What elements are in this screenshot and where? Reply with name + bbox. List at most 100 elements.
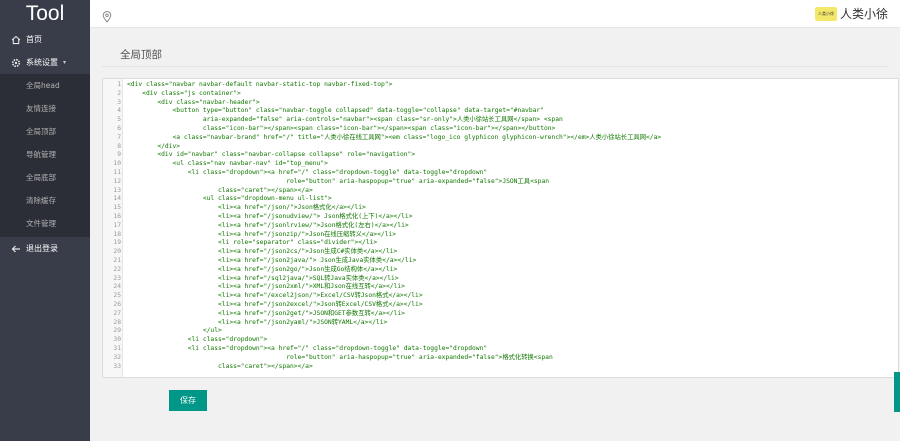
- sidebar-subitem[interactable]: 全局顶部: [0, 120, 90, 143]
- code-line: 17 <li><a href="/jsonlrview/">Json格式化(左右…: [103, 222, 898, 231]
- avatar: 人类小徐: [814, 6, 837, 21]
- line-number: 1: [117, 81, 121, 88]
- line-number: 8: [117, 142, 121, 150]
- code-text: <li><a href="/jsonzip/">Json在线压缩转义</a></…: [127, 230, 397, 238]
- code-line: 2 <div class="js container">: [103, 90, 898, 99]
- code-text: role="button" aria-haspopup="true" aria-…: [127, 177, 550, 185]
- line-number: 20: [113, 248, 121, 256]
- code-line: 26 <li><a href="/json2excel/">Json转Excel…: [103, 301, 898, 310]
- code-text: aria-expanded="false" aria-controls="nav…: [127, 116, 563, 124]
- code-line: 25 <li><a href="/excel2json/">Excel/CSV转…: [103, 292, 898, 301]
- line-number: 25: [113, 292, 121, 300]
- code-line: 3 <div class="navbar-header">: [103, 99, 898, 108]
- line-number: 23: [113, 274, 121, 282]
- side-scroll-tab[interactable]: [894, 372, 900, 412]
- code-text: <div class="navbar navbar-default navbar…: [127, 81, 393, 88]
- code-text: <li role="separator" class="divider"></l…: [127, 239, 378, 247]
- code-text: class="icon-bar"></span><span class="ico…: [127, 124, 556, 132]
- code-line: 29 </ul>: [103, 327, 898, 336]
- code-line: 18 <li><a href="/jsonzip/">Json在线压缩转义</a…: [103, 231, 898, 240]
- sidebar-item-logout[interactable]: 退出登录: [0, 237, 90, 260]
- code-line: 20 <li><a href="/json2cs/">Json生成C#实体类</…: [103, 248, 898, 257]
- title-divider: [102, 66, 888, 67]
- code-text: <div id="navbar" class="navbar-collapse …: [127, 151, 416, 159]
- line-number: 10: [113, 160, 121, 168]
- sidebar-subitem[interactable]: 文件管理: [0, 212, 90, 235]
- code-text: <li class="dropdown"><a href="/" class="…: [127, 168, 488, 176]
- sidebar-subitem[interactable]: 友情连接: [0, 97, 90, 120]
- code-text: <ul class="nav navbar-nav" id="top_menu"…: [127, 160, 328, 168]
- code-line: 11 <li class="dropdown"><a href="/" clas…: [103, 169, 898, 178]
- line-number: 13: [113, 186, 121, 194]
- line-number: 12: [113, 177, 121, 185]
- code-text: <a class="navbar-brand" href="/" title="…: [127, 133, 662, 141]
- code-text: <li><a href="/json2excel/">Json转Excel/CS…: [127, 300, 423, 308]
- code-line: 7 <a class="navbar-brand" href="/" title…: [103, 134, 898, 143]
- sidebar-subitem[interactable]: 全局底部: [0, 166, 90, 189]
- settings-submenu: 全局head 友情连接 全局顶部 导航管理 全局底部 清除缓存 文件管理: [0, 74, 90, 237]
- chevron-down-icon: ▾: [63, 59, 67, 66]
- line-number: 9: [117, 151, 121, 159]
- code-line: 12 role="button" aria-haspopup="true" ar…: [103, 178, 898, 187]
- code-line: 30 <li class="dropdown">: [103, 336, 898, 345]
- code-editor[interactable]: 1 <div class="navbar navbar-default navba…: [102, 78, 899, 378]
- line-number: 22: [113, 265, 121, 273]
- gear-icon: [10, 58, 21, 68]
- line-number: 7: [117, 133, 121, 141]
- code-line: 33 class="caret"></span></a>: [103, 363, 898, 372]
- main-content: 全局顶部 1 <div class="navbar navbar-default …: [90, 28, 900, 441]
- code-line: 4 <button type="button" class="navbar-to…: [103, 107, 898, 116]
- code-text: <li><a href="/json2xml/">XML和Json在线互转</a…: [127, 283, 405, 291]
- code-text: <div class="js container">: [127, 89, 241, 97]
- code-line: 16 <li><a href="/jsonudview/"> Json格式化(上…: [103, 213, 898, 222]
- line-number: 26: [113, 300, 121, 308]
- sidebar-subitem[interactable]: 全局head: [0, 74, 90, 97]
- code-line: 10 <ul class="nav navbar-nav" id="top_me…: [103, 160, 898, 169]
- line-number: 3: [117, 98, 121, 106]
- line-number: 16: [113, 212, 121, 220]
- line-number: 17: [113, 221, 121, 229]
- line-number: 24: [113, 283, 121, 291]
- map-pin-icon[interactable]: [102, 8, 112, 23]
- line-number: 29: [113, 327, 121, 335]
- code-text: </div>: [127, 142, 181, 150]
- code-text: <button type="button" class="navbar-togg…: [127, 107, 545, 115]
- user-name: 人类小徐: [839, 7, 888, 21]
- line-number: 18: [113, 230, 121, 238]
- top-bar: 人类小徐 人类小徐: [90, 0, 900, 28]
- line-number: 31: [113, 344, 121, 352]
- line-number: 28: [113, 318, 121, 326]
- sidebar-item-home[interactable]: 首页: [0, 28, 90, 51]
- code-line: 9 <div id="navbar" class="navbar-collaps…: [103, 151, 898, 160]
- line-number: 27: [113, 309, 121, 317]
- line-number: 6: [117, 124, 121, 132]
- line-number: 21: [113, 256, 121, 264]
- code-line: 1 <div class="navbar navbar-default navba…: [103, 81, 898, 90]
- line-number: 15: [113, 204, 121, 212]
- code-text: <li><a href="/excel2json/">Excel/CSV转Jso…: [127, 292, 423, 300]
- code-text: <ul class="dropdown-menu ul-list">: [127, 195, 332, 203]
- sidebar-item-label: 首页: [26, 35, 42, 44]
- sidebar-subitem[interactable]: 清除缓存: [0, 189, 90, 212]
- code-text: <li><a href="/json2go/">Json生成Go结构体</a><…: [127, 265, 398, 273]
- arrow-left-icon: [10, 244, 21, 254]
- code-text: <li class="dropdown"><a href="/" class="…: [127, 344, 488, 352]
- code-line: 27 <li><a href="/json2get/">JSON和GET参数互转…: [103, 310, 898, 319]
- line-number: 19: [113, 239, 121, 247]
- save-button[interactable]: 保存: [169, 390, 207, 411]
- home-icon: [10, 35, 21, 45]
- sidebar-item-label: 退出登录: [26, 244, 58, 253]
- code-line: 6 class="icon-bar"></span><span class="i…: [103, 125, 898, 134]
- sidebar-subitem[interactable]: 导航管理: [0, 143, 90, 166]
- line-number: 30: [113, 336, 121, 344]
- code-line: 14 <ul class="dropdown-menu ul-list">: [103, 195, 898, 204]
- code-text: <li><a href="/json2java/"> Json生成Java实体类…: [127, 256, 417, 264]
- code-text: <li><a href="/sql2java/">SQL转Java实体类</a>…: [127, 274, 399, 282]
- line-number: 5: [117, 116, 121, 124]
- code-line: 8 </div>: [103, 143, 898, 152]
- sidebar-item-settings[interactable]: 系统设置 ▾: [0, 51, 90, 74]
- page-title: 全局顶部: [120, 49, 162, 61]
- user-menu[interactable]: 人类小徐 人类小徐: [814, 5, 888, 22]
- code-text: <div class="navbar-header">: [127, 98, 260, 106]
- code-text: class="caret"></span></a>: [127, 186, 313, 194]
